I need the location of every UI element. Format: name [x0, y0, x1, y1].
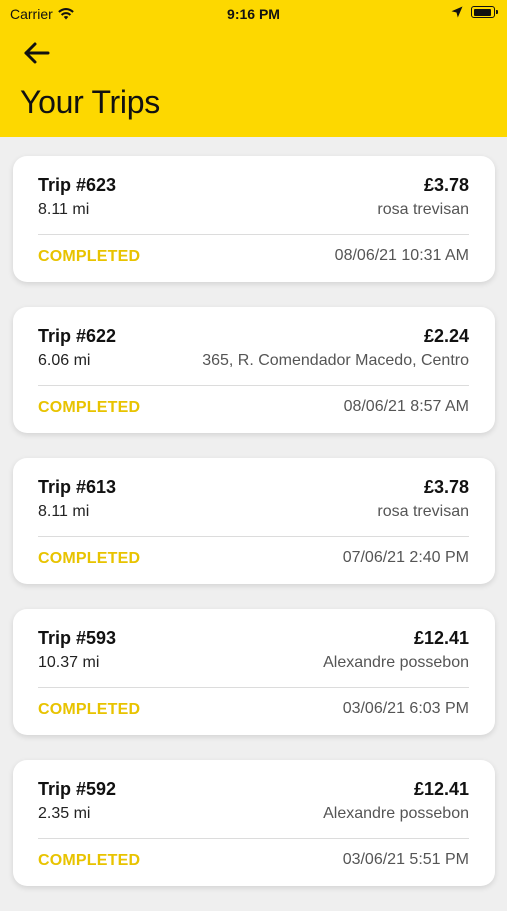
clock: 9:16 PM: [227, 6, 280, 22]
trip-card[interactable]: Trip #623 8.11 mi £3.78 rosa trevisan CO…: [13, 156, 495, 282]
battery-icon: [471, 6, 498, 18]
divider: [38, 234, 469, 235]
trip-price: £3.78: [423, 175, 469, 195]
trip-card[interactable]: Trip #622 6.06 mi £2.24 365, R. Comendad…: [13, 307, 495, 433]
arrow-left-icon: [24, 42, 50, 64]
trip-status: COMPLETED: [38, 852, 141, 869]
status-icons: [451, 6, 498, 18]
trip-status: COMPLETED: [38, 550, 141, 567]
back-button[interactable]: [22, 38, 52, 68]
trip-status: COMPLETED: [38, 248, 141, 265]
status-bar: Carrier 9:16 PM: [0, 0, 507, 28]
trip-distance: 8.11 mi: [38, 201, 90, 218]
trip-distance: 6.06 mi: [38, 352, 91, 369]
trip-title: Trip #593: [38, 628, 117, 648]
trip-passenger: Alexandre possebon: [323, 805, 469, 822]
trip-date: 03/06/21 5:51 PM: [342, 851, 469, 868]
trip-card[interactable]: Trip #592 2.35 mi £12.41 Alexandre posse…: [13, 760, 495, 886]
trip-passenger: Alexandre possebon: [323, 654, 469, 671]
trip-distance: 2.35 mi: [38, 805, 91, 822]
trip-date: 07/06/21 2:40 PM: [342, 549, 469, 566]
trip-title: Trip #623: [38, 175, 117, 195]
trip-title: Trip #622: [38, 326, 117, 346]
trip-price: £2.24: [423, 326, 469, 346]
trip-distance: 8.11 mi: [38, 503, 90, 520]
page-title: Your Trips: [20, 84, 160, 120]
trip-price: £12.41: [413, 628, 469, 648]
trip-list: Trip #623 8.11 mi £3.78 rosa trevisan CO…: [13, 156, 495, 911]
trip-card[interactable]: Trip #593 10.37 mi £12.41 Alexandre poss…: [13, 609, 495, 735]
trip-status: COMPLETED: [38, 399, 141, 416]
trip-date: 08/06/21 10:31 AM: [334, 247, 469, 264]
divider: [38, 385, 469, 386]
trip-date: 03/06/21 6:03 PM: [342, 700, 469, 717]
trip-card[interactable]: Trip #613 8.11 mi £3.78 rosa trevisan CO…: [13, 458, 495, 584]
trip-distance: 10.37 mi: [38, 654, 100, 671]
app-header: Carrier 9:16 PM Your Trips: [0, 0, 507, 137]
trip-title: Trip #613: [38, 477, 117, 497]
trip-address: 365, R. Comendador Macedo, Centro: [202, 352, 469, 369]
trip-date: 08/06/21 8:57 AM: [343, 398, 469, 415]
trip-passenger: rosa trevisan: [377, 201, 469, 218]
trip-title: Trip #592: [38, 779, 117, 799]
location-arrow-icon: [451, 6, 463, 18]
trip-status: COMPLETED: [38, 701, 141, 718]
divider: [38, 838, 469, 839]
divider: [38, 687, 469, 688]
trip-price: £12.41: [413, 779, 469, 799]
trip-passenger: rosa trevisan: [377, 503, 469, 520]
trip-price: £3.78: [423, 477, 469, 497]
divider: [38, 536, 469, 537]
